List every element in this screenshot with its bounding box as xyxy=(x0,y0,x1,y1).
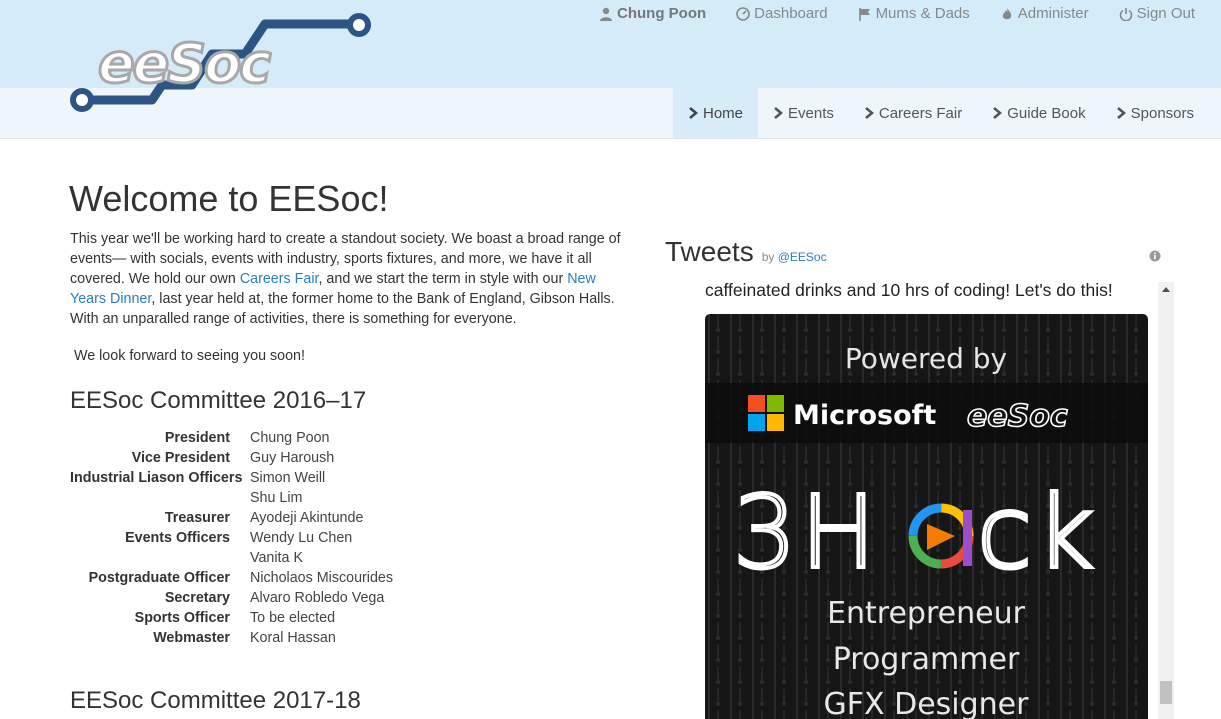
flag-icon xyxy=(858,7,870,21)
dashboard-icon xyxy=(736,6,750,21)
nav-guide-book[interactable]: Guide Book xyxy=(977,88,1100,138)
nav-sponsors[interactable]: Sponsors xyxy=(1101,88,1209,138)
scroll-thumb[interactable] xyxy=(1160,681,1172,704)
user-link[interactable]: Chung Poon xyxy=(599,5,706,22)
chevron-right-icon xyxy=(865,107,874,119)
tweets-title: Tweets xyxy=(665,236,754,267)
next-committee-title: EESoc Committee 2017-18 xyxy=(70,687,361,714)
chevron-right-icon xyxy=(993,107,1003,119)
main-nav: Home Events Careers Fair Guide Book Spon… xyxy=(673,88,1209,138)
eesoc-logo[interactable]: eeSoc xyxy=(70,12,375,114)
committee-row: Sports Officer To be elected xyxy=(134,610,336,626)
outro-text: We look forward to seeing you soon! xyxy=(70,348,305,364)
user-menu: Chung Poon Dashboard Mums & Dads Adminis… xyxy=(599,5,1195,22)
power-icon xyxy=(1119,7,1132,21)
administer-link[interactable]: Administer xyxy=(1000,5,1089,22)
tweets-scrollbar[interactable] xyxy=(1158,282,1174,719)
committee-row: Shu Lim xyxy=(250,490,303,506)
committee-title: EESoc Committee 2016–17 xyxy=(70,387,367,414)
committee-row: Webmaster Koral Hassan xyxy=(153,630,336,646)
info-icon[interactable] xyxy=(1149,250,1161,262)
chevron-right-icon xyxy=(689,107,698,119)
svg-text:eeSoc: eeSoc xyxy=(967,399,1068,434)
svg-text:Programmer: Programmer xyxy=(833,642,1020,677)
chevron-right-icon xyxy=(774,107,784,119)
committee-row: Vanita K xyxy=(250,550,303,566)
mums-dads-link[interactable]: Mums & Dads xyxy=(858,5,970,22)
tweets-byline: by @EESoc xyxy=(761,250,827,264)
nav-careers-fair[interactable]: Careers Fair xyxy=(849,88,977,138)
committee-list: President Chung Poon Vice President Guy Ha… xyxy=(70,428,470,648)
tweet-image[interactable]: Powered by Microsoft eeSoc 3H ck Entrepr… xyxy=(705,314,1148,719)
page-title: Welcome to EESoc! xyxy=(69,178,389,219)
eesoc-handle-link[interactable]: @EESoc xyxy=(778,250,827,264)
svg-text:Microsoft: Microsoft xyxy=(793,400,936,431)
svg-text:3H: 3H xyxy=(733,474,880,591)
committee-row: Industrial Liason Officers Simon Weill xyxy=(70,470,326,486)
sign-out-link[interactable]: Sign Out xyxy=(1119,5,1195,22)
tweets-header: Tweets by @EESoc xyxy=(665,236,827,268)
committee-row: Vice President Guy Haroush xyxy=(131,450,335,466)
svg-text:GFX Designer: GFX Designer xyxy=(824,687,1030,719)
user-icon xyxy=(600,7,613,21)
committee-row: Secretary Alvaro Robledo Vega xyxy=(164,590,385,606)
user-name: Chung Poon xyxy=(617,5,707,22)
committee-row: Events Officers Wendy Lu Chen xyxy=(125,530,353,546)
svg-text:Powered by: Powered by xyxy=(845,342,1007,375)
scroll-up-arrow-icon[interactable] xyxy=(1158,284,1174,296)
nav-home[interactable]: Home xyxy=(673,88,759,138)
committee-row: President Chung Poon xyxy=(164,430,330,446)
tweet-text: caffeinated drinks and 10 hrs of coding!… xyxy=(705,280,1113,300)
dashboard-link[interactable]: Dashboard xyxy=(736,5,828,22)
svg-text:ck: ck xyxy=(977,474,1098,591)
chevron-right-icon xyxy=(1116,107,1126,119)
committee-row: Postgraduate Officer Nicholaos Miscouride… xyxy=(88,570,394,586)
committee-row: Treasurer Ayodeji Akintunde xyxy=(164,510,364,526)
careers-fair-link[interactable]: Careers Fair xyxy=(240,271,319,287)
svg-text:Entrepreneur: Entrepreneur xyxy=(827,596,1026,631)
svg-text:eeSoc: eeSoc xyxy=(98,32,271,95)
nav-events[interactable]: Events xyxy=(758,88,849,138)
intro-paragraph: This year we'll be working hard to creat… xyxy=(70,231,621,327)
fire-icon xyxy=(1002,7,1011,19)
